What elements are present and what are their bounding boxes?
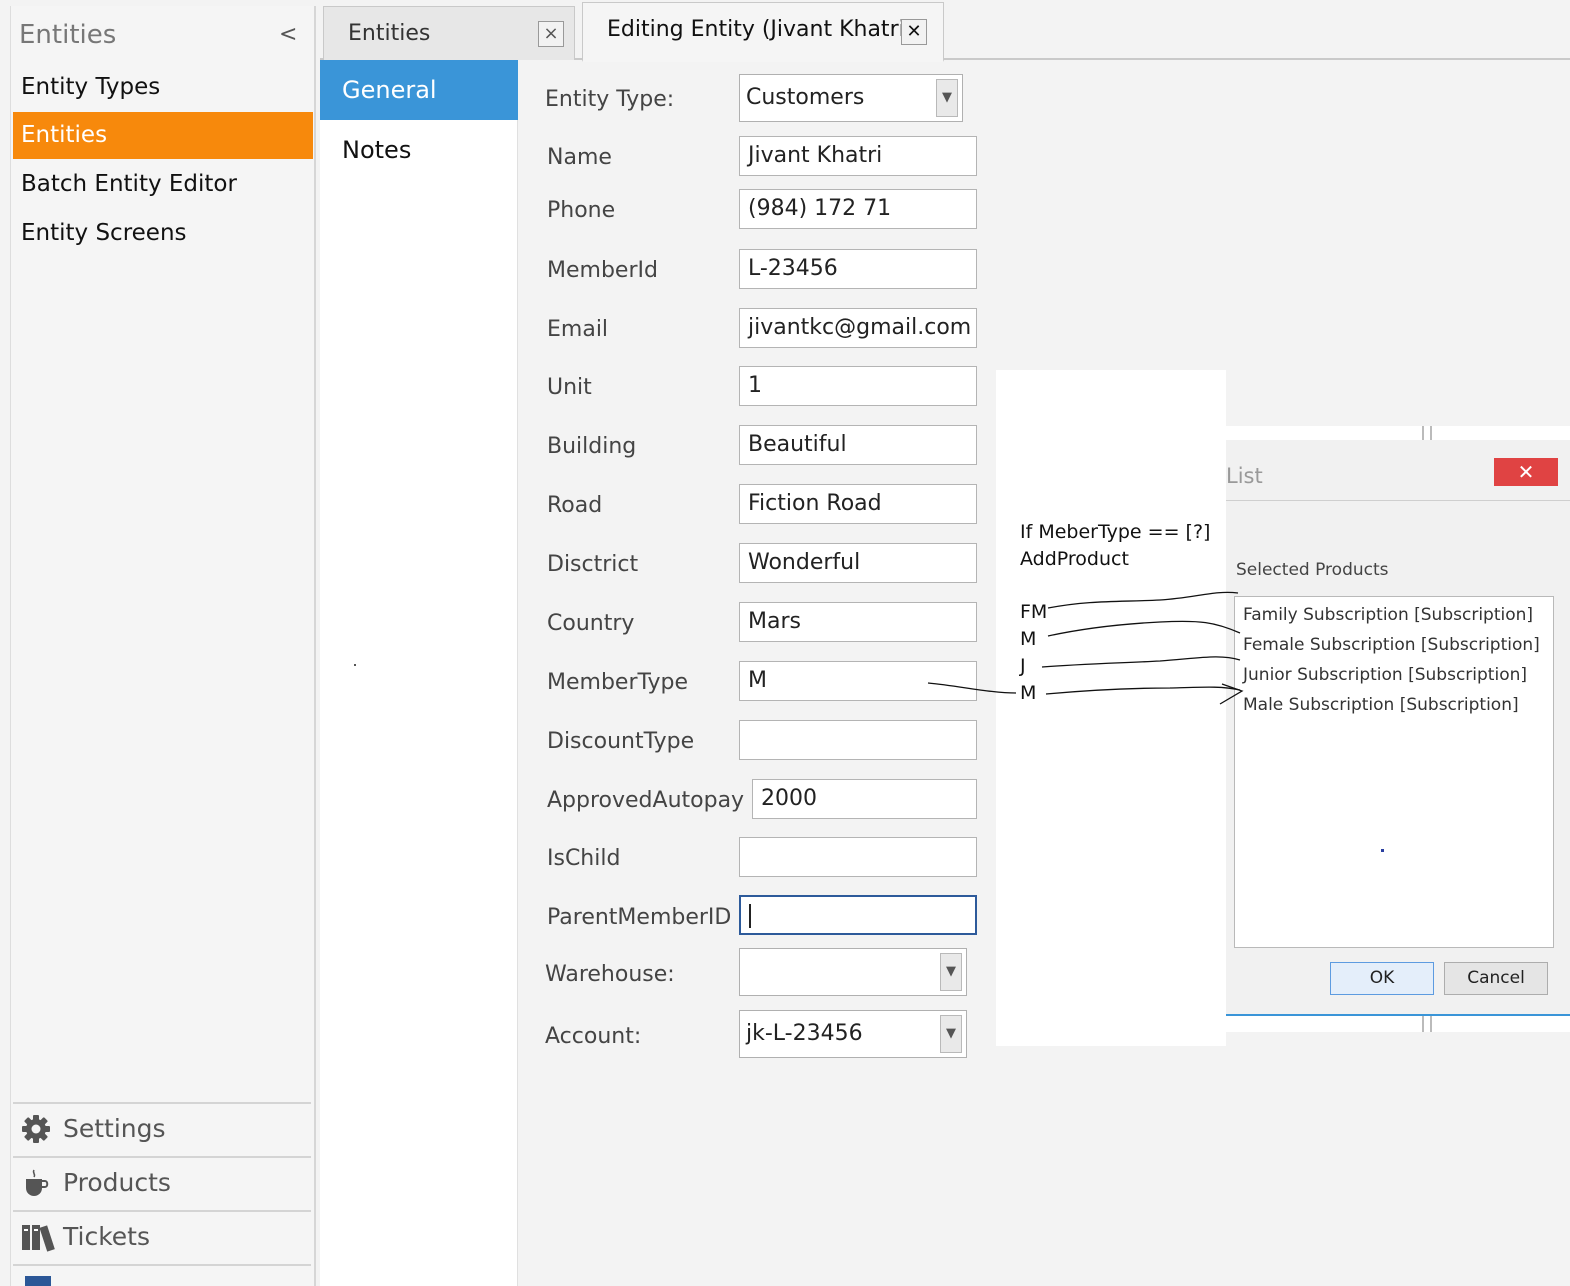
selected-products-list[interactable]: Family Subscription [Subscription] Femal… (1234, 596, 1554, 948)
field-label-building: Building (547, 434, 637, 459)
chevron-down-icon: ▼ (940, 953, 962, 991)
text-caret (749, 904, 751, 928)
memberid-field[interactable]: L-23456 (739, 249, 977, 289)
discounttype-field[interactable] (739, 720, 977, 760)
field-label-email: Email (547, 317, 609, 342)
resize-grip[interactable] (1422, 1016, 1432, 1032)
sidebar-section-products[interactable]: Products (13, 1156, 311, 1210)
gear-icon (22, 1115, 50, 1143)
books-icon (22, 1225, 55, 1252)
field-label-discounttype: DiscountType (547, 729, 695, 754)
divider (1226, 500, 1570, 501)
warehouse-select[interactable]: ▼ (739, 948, 967, 996)
sidebar-item-batch-entity-editor[interactable]: Batch Entity Editor (13, 161, 313, 208)
annotation-panel: If MeberType == [?] AddProduct FM M J M (996, 370, 1226, 1046)
ischild-field[interactable] (739, 837, 977, 877)
collapse-icon[interactable]: < (279, 22, 297, 47)
tickets-label: Tickets (63, 1222, 150, 1251)
entity-type-value: Customers (746, 85, 865, 110)
list-item[interactable]: Male Subscription [Subscription] (1243, 695, 1519, 715)
sidebar-section-tickets[interactable]: Tickets (13, 1210, 311, 1264)
field-label-name: Name (547, 145, 612, 170)
sidebar-item-entities[interactable]: Entities (13, 112, 313, 159)
active-pointer (518, 78, 530, 102)
list-item[interactable]: Family Subscription [Subscription] (1243, 605, 1533, 625)
parentmemberid-field[interactable] (739, 895, 977, 935)
tab-editing-entity[interactable]: Editing Entity (Jivant Khatri) ✕ (582, 2, 944, 62)
sidebar-section-settings[interactable]: Settings (13, 1102, 311, 1156)
field-label-memberid: MemberId (547, 258, 658, 283)
building-field[interactable]: Beautiful (739, 425, 977, 465)
warehouse-label: Warehouse: (545, 962, 675, 987)
tab-entities[interactable]: Entities × (323, 6, 575, 60)
account-value: jk-L-23456 (746, 1021, 863, 1046)
cancel-button[interactable]: Cancel (1444, 962, 1548, 995)
chevron-down-icon: ▼ (936, 79, 958, 117)
account-select[interactable]: jk-L-23456 ▼ (739, 1010, 967, 1058)
field-label-country: Country (547, 611, 635, 636)
stray-dot (354, 664, 356, 666)
list-item[interactable]: Junior Subscription [Subscription] (1243, 665, 1527, 685)
account-label: Account: (545, 1024, 642, 1049)
ok-button[interactable]: OK (1330, 962, 1434, 995)
approvedautopay-field[interactable]: 2000 (752, 779, 977, 819)
phone-field[interactable]: (984) 172 71 (739, 189, 977, 229)
close-icon[interactable]: × (538, 21, 564, 47)
sidebar-item-entity-screens[interactable]: Entity Screens (13, 210, 313, 257)
dialog-frame: List ✕ Selected Products Family Subscrip… (1226, 440, 1570, 1016)
sidebar-item-entity-types[interactable]: Entity Types (13, 64, 313, 111)
field-label-approvedautopay: ApprovedAutopay (547, 788, 745, 813)
name-field[interactable]: Jivant Khatri (739, 136, 977, 176)
tab-editing-entity-label: Editing Entity (Jivant Khatri) (607, 17, 914, 42)
country-field[interactable]: Mars (739, 602, 977, 642)
road-field[interactable]: Fiction Road (739, 484, 977, 524)
annotation-condition: If MeberType == [?] (1020, 521, 1211, 543)
field-label-unit: Unit (547, 375, 592, 400)
entity-type-select[interactable]: Customers ▼ (739, 74, 963, 122)
sidebar-header: Entities (19, 20, 117, 50)
field-label-road: Road (547, 493, 603, 518)
field-label-ischild: IsChild (547, 846, 621, 871)
sidebar: Entities < Entity Types Entities Batch E… (10, 6, 316, 1286)
unit-field[interactable]: 1 (739, 366, 977, 406)
close-button[interactable]: ✕ (1494, 458, 1558, 486)
field-label-membertype: MemberType (547, 670, 689, 695)
document-tab-bar: Entities × Editing Entity (Jivant Khatri… (320, 0, 1570, 62)
entity-type-label: Entity Type: (545, 87, 675, 112)
close-icon[interactable]: ✕ (901, 19, 927, 45)
annotation-code: M (1020, 628, 1037, 650)
annotation-code: J (1020, 655, 1026, 677)
products-label: Products (63, 1168, 171, 1197)
list-item[interactable]: Female Subscription [Subscription] (1243, 635, 1540, 655)
field-label-parentmemberid: ParentMemberID (547, 905, 732, 930)
product-list-dialog: List ✕ Selected Products Family Subscrip… (1226, 426, 1570, 1032)
tab-entities-label: Entities (348, 21, 431, 46)
district-field[interactable]: Wonderful (739, 543, 977, 583)
email-field[interactable]: jivantkc@gmail.com (739, 308, 977, 348)
coffee-cup-icon (26, 1169, 49, 1196)
annotation-code: M (1020, 682, 1037, 704)
membertype-field[interactable]: M (739, 661, 977, 701)
nav-general[interactable]: General (320, 60, 518, 120)
selected-products-label: Selected Products (1236, 560, 1389, 580)
field-label-phone: Phone (547, 198, 616, 223)
chevron-down-icon: ▼ (940, 1015, 962, 1053)
editor-section-nav: General Notes (320, 60, 530, 1286)
entities-icon (25, 1276, 51, 1286)
settings-label: Settings (63, 1114, 166, 1143)
stray-dot (1381, 849, 1384, 852)
sidebar-section-partial[interactable] (13, 1264, 311, 1286)
annotation-action: AddProduct (1020, 548, 1129, 570)
annotation-code: FM (1020, 601, 1048, 623)
nav-notes[interactable]: Notes (320, 120, 518, 180)
dialog-title: List (1226, 464, 1263, 488)
field-label-district: Disctrict (547, 552, 639, 577)
